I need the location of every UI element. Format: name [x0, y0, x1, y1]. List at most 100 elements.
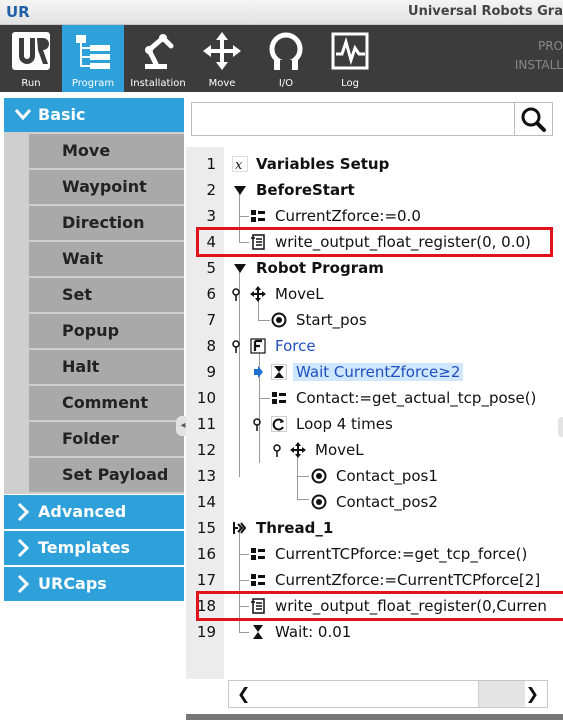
main-toolbar: Run Program Installation Move I/O Log PR…	[0, 25, 563, 92]
tree-row[interactable]: 1 x Variables Setup	[186, 151, 563, 177]
node-comment[interactable]: Comment	[29, 386, 184, 420]
tree-row-label: CurrentTCPforce:=get_tcp_force()	[275, 545, 528, 563]
tree-row[interactable]: 19 Wait: 0.01	[186, 619, 563, 645]
line-number: 17	[196, 571, 216, 589]
line-number: 10	[196, 389, 216, 407]
search-button[interactable]	[514, 103, 552, 135]
tree-row[interactable]: 7 Start_pos	[186, 307, 563, 333]
current-position-arrow-icon	[254, 366, 263, 378]
line-number: 1	[206, 155, 216, 173]
program-tree: 1 x Variables Setup 2 BeforeStart 3 Curr…	[186, 147, 563, 679]
ur-logo-icon	[12, 32, 50, 70]
move-tab-label: Move	[208, 78, 236, 89]
node-set-payload[interactable]: Set Payload	[29, 458, 184, 492]
assignment-icon	[272, 392, 286, 404]
scrollbar-thumb[interactable]	[479, 681, 525, 707]
line-number: 14	[196, 493, 216, 511]
waypoint-icon	[271, 312, 287, 328]
tree-row[interactable]: 17 CurrentZforce:=CurrentTCPforce[2]	[186, 567, 563, 593]
scrollbar-track[interactable]	[261, 681, 479, 707]
tree-row[interactable]: 11 Loop 4 times	[186, 411, 563, 437]
tree-row[interactable]: 10 Contact:=get_actual_tcp_pose()	[186, 385, 563, 411]
line-number: 13	[196, 467, 216, 485]
line-number: 19	[196, 623, 216, 641]
tree-row[interactable]: 5 Robot Program	[186, 255, 563, 281]
installation-name-label: INSTALL	[514, 58, 563, 72]
io-tab-label: I/O	[278, 78, 294, 89]
search-input[interactable]	[192, 103, 512, 135]
tree-row-selected[interactable]: 9 Wait CurrentZforce≥2	[186, 359, 563, 385]
category-advanced-label: Advanced	[38, 502, 127, 521]
tree-row-label: MoveL	[275, 285, 324, 303]
title-bar: UR Universal Robots Gra	[0, 0, 563, 25]
tree-row[interactable]: 15 Thread_1	[186, 515, 563, 541]
node-waypoint[interactable]: Waypoint	[29, 170, 184, 204]
line-number: 11	[196, 415, 216, 433]
expand-pin-icon[interactable]	[251, 416, 263, 432]
tree-row-label: Contact_pos1	[336, 467, 438, 485]
tree-row-label: Loop 4 times	[296, 415, 393, 433]
node-popup[interactable]: Popup	[29, 314, 184, 348]
category-urcaps[interactable]: URCaps	[4, 567, 184, 601]
collapse-triangle-icon[interactable]	[232, 182, 248, 198]
log-tab-label: Log	[341, 78, 359, 89]
program-tab-button[interactable]: Program	[62, 25, 124, 92]
horizontal-scrollbar[interactable]: ❮ ❯	[228, 680, 548, 708]
tree-row-label: Start_pos	[296, 311, 367, 329]
node-direction[interactable]: Direction	[29, 206, 184, 240]
log-tab-button[interactable]: Log	[319, 25, 381, 92]
highlight-box-row-18	[196, 591, 563, 621]
tree-row[interactable]: 12 MoveL	[186, 437, 563, 463]
program-tab-label: Program	[71, 78, 115, 89]
tree-row[interactable]: 13 Contact_pos1	[186, 463, 563, 489]
tree-row[interactable]: 16 CurrentTCPforce:=get_tcp_force()	[186, 541, 563, 567]
tree-row-label: CurrentZforce:=CurrentTCPforce[2]	[275, 571, 541, 589]
panel-resize-handle[interactable]	[558, 417, 563, 437]
search-icon	[521, 107, 546, 132]
node-wait[interactable]: Wait	[29, 242, 184, 276]
line-number: 12	[196, 441, 216, 459]
collapse-triangle-icon[interactable]	[232, 260, 248, 276]
tree-row[interactable]: 8 Force	[186, 333, 563, 359]
search-box	[191, 102, 553, 136]
line-number: 7	[206, 311, 216, 329]
run-tab-label: Run	[21, 78, 41, 89]
assignment-icon	[251, 548, 265, 560]
node-halt[interactable]: Halt	[29, 350, 184, 384]
tree-row-label: Robot Program	[256, 259, 384, 277]
io-tab-button[interactable]: I/O	[255, 25, 317, 92]
svg-text:x: x	[235, 158, 243, 172]
program-tree-panel: 1 x Variables Setup 2 BeforeStart 3 Curr…	[186, 97, 563, 720]
bottom-bar	[186, 714, 563, 720]
run-tab-button[interactable]: Run	[0, 25, 62, 92]
category-basic-label: Basic	[38, 105, 86, 124]
node-folder[interactable]: Folder	[29, 422, 184, 456]
tree-row[interactable]: 2 BeforeStart	[186, 177, 563, 203]
move-tab-button[interactable]: Move	[191, 25, 253, 92]
tree-row[interactable]: 6 MoveL	[186, 281, 563, 307]
category-advanced[interactable]: Advanced	[4, 495, 184, 529]
node-move[interactable]: Move	[29, 134, 184, 168]
scroll-right-icon[interactable]: ❯	[526, 684, 539, 703]
scroll-left-icon[interactable]: ❮	[237, 684, 250, 703]
hourglass-icon	[253, 625, 263, 639]
tree-row-label: Wait CurrentZforce≥2	[293, 363, 464, 381]
expand-pin-icon[interactable]	[230, 286, 242, 302]
tree-row[interactable]: 14 Contact_pos2	[186, 489, 563, 515]
line-number: 3	[206, 207, 216, 225]
expand-pin-icon[interactable]	[230, 338, 242, 354]
tree-row[interactable]: 3 CurrentZforce:=0.0	[186, 203, 563, 229]
installation-tab-button[interactable]: Installation	[127, 25, 189, 92]
assignment-icon	[251, 574, 265, 586]
expand-pin-icon[interactable]	[271, 442, 283, 458]
category-basic[interactable]: Basic	[4, 98, 184, 132]
tree-row-label: Thread_1	[256, 519, 334, 537]
category-templates[interactable]: Templates	[4, 531, 184, 565]
move-cross-icon	[203, 32, 241, 70]
node-set[interactable]: Set	[29, 278, 184, 312]
robot-arm-icon	[145, 34, 174, 69]
highlight-box-row-4	[196, 227, 553, 257]
chevron-right-icon	[14, 567, 32, 613]
tree-row-label: Wait: 0.01	[275, 623, 352, 641]
ur-logo-icon: UR	[6, 3, 30, 21]
